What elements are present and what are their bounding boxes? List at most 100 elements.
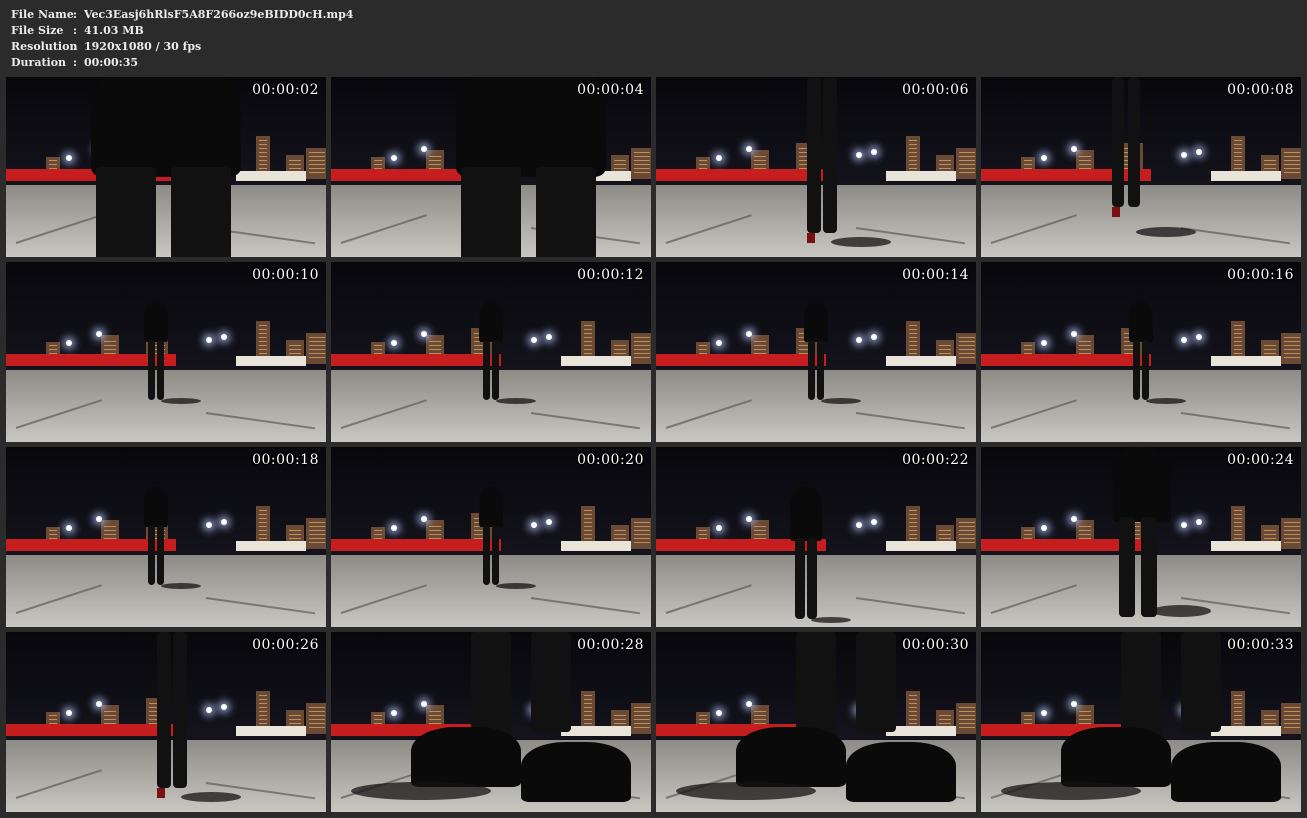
building [631, 518, 651, 549]
person-leg [148, 525, 155, 585]
street-lamp [716, 710, 722, 716]
platform-heel [521, 742, 631, 802]
video-thumbnail[interactable]: 00:00:14 [656, 262, 976, 442]
trailer [236, 171, 306, 181]
video-thumbnail[interactable]: 00:00:10 [6, 262, 326, 442]
thumbnail-timestamp: 00:00:04 [577, 82, 644, 98]
video-thumbnail[interactable]: 00:00:18 [6, 447, 326, 627]
person-leg [796, 632, 836, 742]
video-thumbnail[interactable]: 00:00:04 [331, 77, 651, 257]
person-leg [536, 167, 596, 257]
video-thumbnail[interactable]: 00:00:28 [331, 632, 651, 812]
street-lamp [746, 331, 752, 337]
person-torso [789, 487, 823, 541]
building [631, 148, 651, 179]
street-lamp [391, 710, 397, 716]
video-thumbnail[interactable]: 00:00:22 [656, 447, 976, 627]
resolution-label: Resolution [11, 40, 78, 53]
person-leg [157, 525, 164, 585]
street-lamp [421, 516, 427, 522]
trailer [886, 356, 956, 366]
building [306, 518, 326, 549]
street-lamp [1041, 525, 1047, 531]
street-lamp [1181, 522, 1187, 528]
thumbnail-timestamp: 00:00:08 [1227, 82, 1294, 98]
street-lamp [856, 522, 862, 528]
person-torso [479, 302, 503, 342]
person-torso [479, 487, 503, 527]
video-thumbnail[interactable]: 00:00:20 [331, 447, 651, 627]
street-lamp [96, 331, 102, 337]
person-leg [96, 167, 156, 257]
video-thumbnail[interactable]: 00:00:16 [981, 262, 1301, 442]
store-front [981, 354, 1151, 366]
person-torso [91, 77, 241, 177]
street-lamp [746, 701, 752, 707]
person-shadow [181, 792, 241, 802]
video-thumbnail[interactable]: 00:00:08 [981, 77, 1301, 257]
person-torso [1113, 447, 1171, 522]
person-leg [157, 632, 172, 788]
street-lamp [1181, 152, 1187, 158]
thumbnail-timestamp: 00:00:10 [252, 267, 319, 283]
building [306, 333, 326, 364]
person-leg [483, 340, 490, 400]
platform-heel [736, 727, 846, 787]
building [956, 703, 976, 734]
person-leg [1119, 517, 1135, 617]
person-shadow [496, 398, 536, 404]
thumbnail-timestamp: 00:00:30 [902, 637, 969, 653]
video-thumbnail[interactable]: 00:00:26 [6, 632, 326, 812]
parking-lot [6, 370, 326, 442]
red-heel [807, 233, 815, 243]
person-shadow [161, 583, 201, 589]
street-lamp [716, 525, 722, 531]
trailer [1211, 541, 1281, 551]
trailer [1211, 356, 1281, 366]
parking-lot [981, 185, 1301, 257]
video-thumbnail[interactable]: 00:00:02 [6, 77, 326, 257]
person-leg [807, 77, 822, 233]
platform-heel [846, 742, 956, 802]
store-front [331, 539, 501, 551]
person-leg [1112, 77, 1124, 207]
person-shadow [676, 782, 816, 800]
trailer [1211, 726, 1281, 736]
person-torso [804, 302, 828, 342]
person-leg [856, 632, 896, 732]
person-leg [173, 632, 188, 788]
street-lamp [716, 155, 722, 161]
video-thumbnail[interactable]: 00:00:12 [331, 262, 651, 442]
video-thumbnail[interactable]: 00:00:33 [981, 632, 1301, 812]
street-lamp [1041, 710, 1047, 716]
building [1281, 703, 1301, 734]
street-lamp [1196, 519, 1202, 525]
person-torso [144, 302, 168, 342]
person-leg [492, 525, 499, 585]
thumbnail-timestamp: 00:00:28 [577, 637, 644, 653]
street-lamp [871, 334, 877, 340]
street-lamp [66, 340, 72, 346]
street-lamp [421, 146, 427, 152]
trailer [886, 171, 956, 181]
street-lamp [421, 331, 427, 337]
store-front [6, 724, 176, 736]
person-leg [531, 632, 571, 732]
file-name-value: Vec3Easj6hRlsF5A8F266oz9eBIDD0cH.mp4 [84, 8, 354, 21]
resolution-value: 1920x1080 / 30 fps [84, 40, 202, 53]
person-torso [144, 487, 168, 527]
street-lamp [1071, 516, 1077, 522]
video-thumbnail[interactable]: 00:00:30 [656, 632, 976, 812]
building [1281, 333, 1301, 364]
street-lamp [66, 710, 72, 716]
store-front [656, 354, 826, 366]
street-lamp [546, 334, 552, 340]
person-leg [1142, 340, 1149, 400]
trailer [561, 726, 631, 736]
person-leg [461, 167, 521, 257]
person-leg [808, 340, 815, 400]
video-thumbnail[interactable]: 00:00:24 [981, 447, 1301, 627]
video-thumbnail[interactable]: 00:00:06 [656, 77, 976, 257]
trailer [236, 541, 306, 551]
parking-lot [981, 370, 1301, 442]
